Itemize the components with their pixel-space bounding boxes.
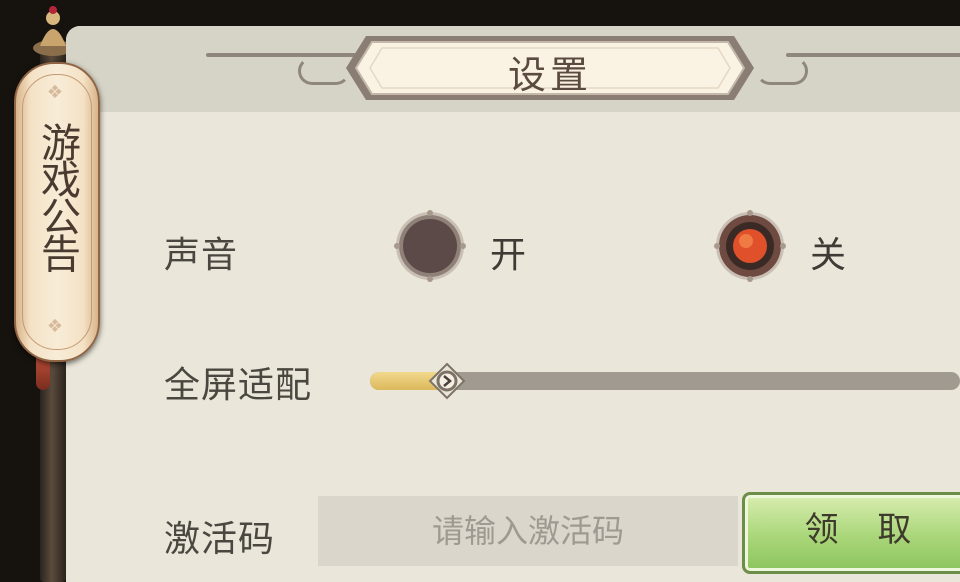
- sound-on-radio[interactable]: [392, 208, 468, 284]
- panel-title: 设置: [507, 53, 592, 97]
- sound-off-label[interactable]: 关: [810, 226, 846, 278]
- ornament-icon: ❖: [46, 82, 64, 103]
- panel-header: 设置: [66, 26, 960, 112]
- announcement-tab-label: 游戏公告: [34, 122, 80, 270]
- title-plaque: 设置: [342, 32, 758, 104]
- claim-button[interactable]: 领 取: [742, 492, 960, 574]
- announcement-tab[interactable]: ❖ 游戏公告 ❖: [14, 62, 100, 362]
- fullscreen-label: 全屏适配: [164, 365, 313, 406]
- sound-off-radio[interactable]: [712, 208, 788, 284]
- activation-code-label: 激活码: [164, 519, 276, 560]
- header-scroll-ornament: [756, 57, 808, 85]
- sound-on-label[interactable]: 开: [490, 226, 526, 278]
- fullscreen-slider-knob[interactable]: [428, 362, 466, 400]
- activation-code-input[interactable]: [318, 496, 738, 566]
- header-divider: [786, 53, 960, 57]
- ornament-icon: ❖: [46, 316, 64, 337]
- settings-panel: 设置 声音 开 关 全屏适配 激活码 领 取: [66, 26, 960, 582]
- sound-label: 声音: [164, 235, 239, 276]
